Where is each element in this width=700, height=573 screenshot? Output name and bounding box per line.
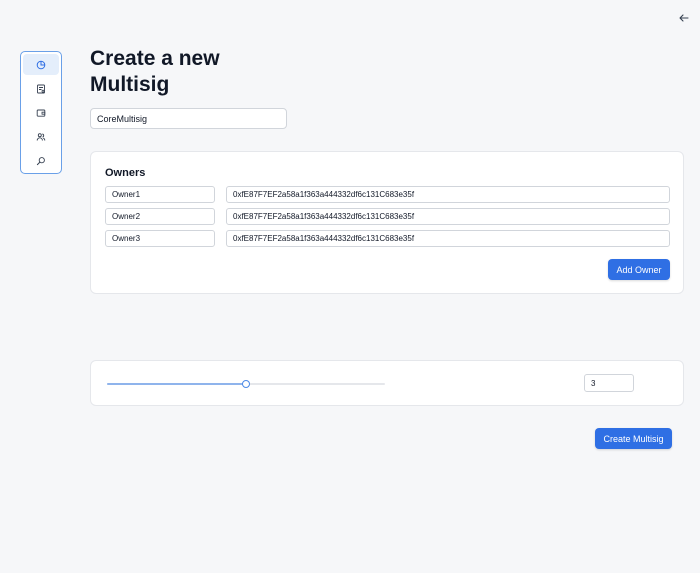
page-title-line2: Multisig — [90, 73, 170, 96]
owner-name-input[interactable] — [105, 186, 215, 203]
add-owner-button[interactable]: Add Owner — [608, 259, 670, 280]
owner-address-input[interactable] — [226, 230, 670, 247]
sidebar-item-search[interactable] — [23, 150, 59, 171]
owner-row — [105, 186, 670, 203]
owner-row — [105, 230, 670, 247]
page-title-line1: Create a new — [90, 47, 220, 70]
document-icon — [37, 84, 45, 93]
back-button[interactable] — [676, 10, 692, 26]
owner-address-input[interactable] — [226, 208, 670, 225]
slider-thumb[interactable] — [242, 380, 250, 388]
owner-row — [105, 208, 670, 225]
owner-address-input[interactable] — [226, 186, 670, 203]
threshold-slider[interactable] — [107, 379, 385, 389]
sidebar-item-wallet[interactable] — [23, 102, 59, 123]
slider-fill — [107, 383, 246, 385]
sidebar — [20, 51, 62, 174]
threshold-card — [90, 360, 684, 406]
multisig-name-input[interactable] — [90, 108, 287, 129]
page-title: Create a new Multisig — [90, 46, 270, 98]
create-multisig-button[interactable]: Create Multisig — [595, 428, 672, 449]
sidebar-item-transactions[interactable] — [23, 78, 59, 99]
owner-name-input[interactable] — [105, 230, 215, 247]
users-icon — [36, 132, 46, 141]
owners-heading: Owners — [105, 167, 146, 179]
sidebar-item-overview[interactable] — [23, 54, 59, 75]
search-icon — [36, 156, 45, 165]
wallet-icon — [36, 109, 46, 117]
owner-name-input[interactable] — [105, 208, 215, 225]
sidebar-item-owners[interactable] — [23, 126, 59, 147]
threshold-input[interactable] — [584, 374, 634, 392]
arrow-left-icon — [679, 14, 689, 22]
pie-chart-icon — [36, 60, 46, 69]
owners-card: Owners Add Owner — [90, 151, 684, 294]
